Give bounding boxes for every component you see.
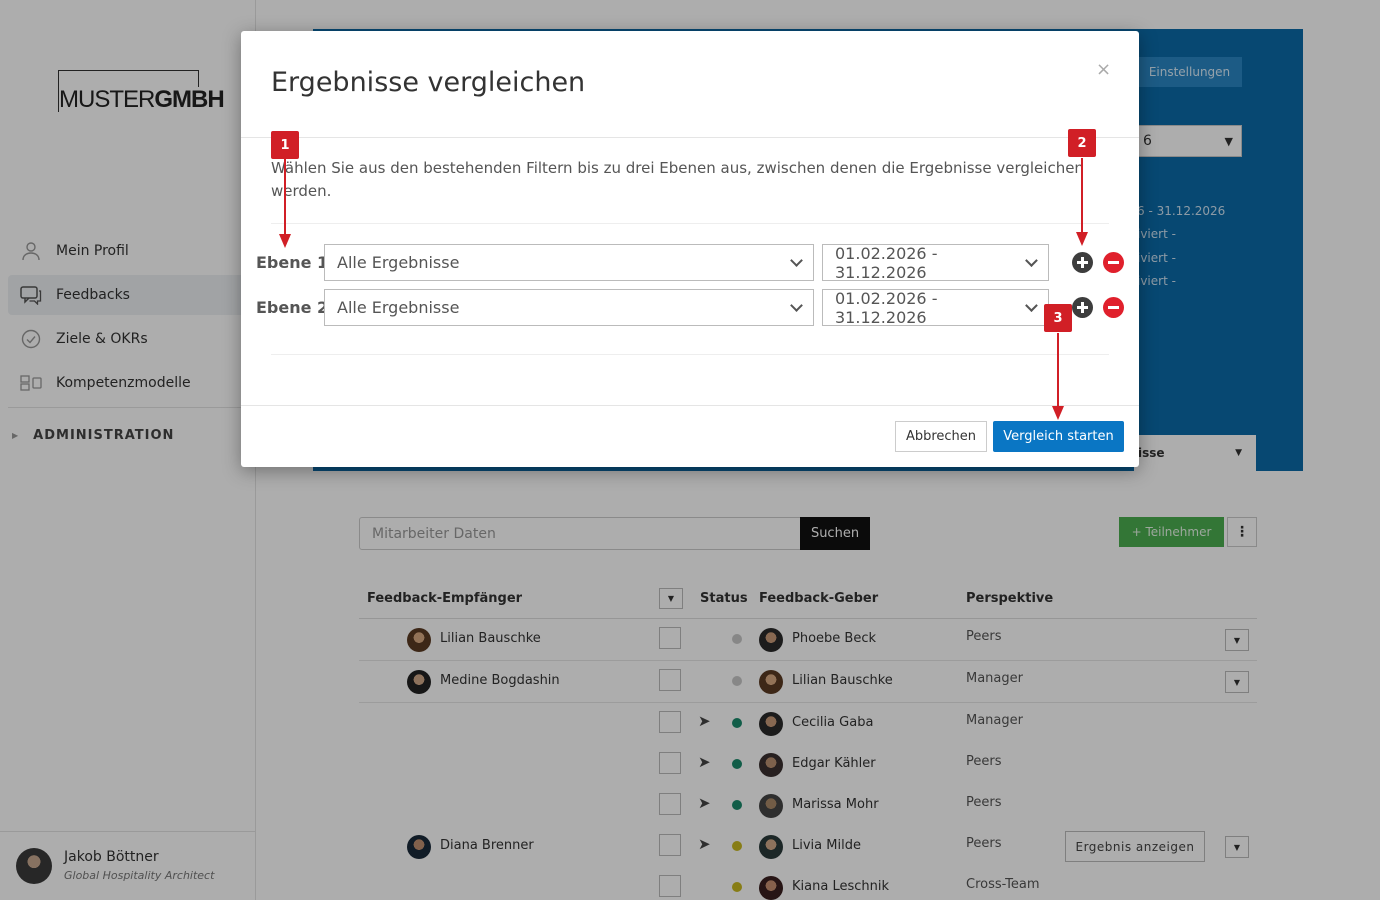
annotation-badge-1: 1 (271, 131, 299, 159)
annotation-arrowhead-3 (1052, 406, 1064, 420)
annotation-badge-3: 3 (1044, 304, 1072, 332)
annotation-arrowhead-1 (279, 234, 291, 248)
annotation-arrows (279, 158, 1088, 420)
annotation-badge-2: 2 (1068, 129, 1096, 157)
annotation-arrowhead-2 (1076, 232, 1088, 246)
